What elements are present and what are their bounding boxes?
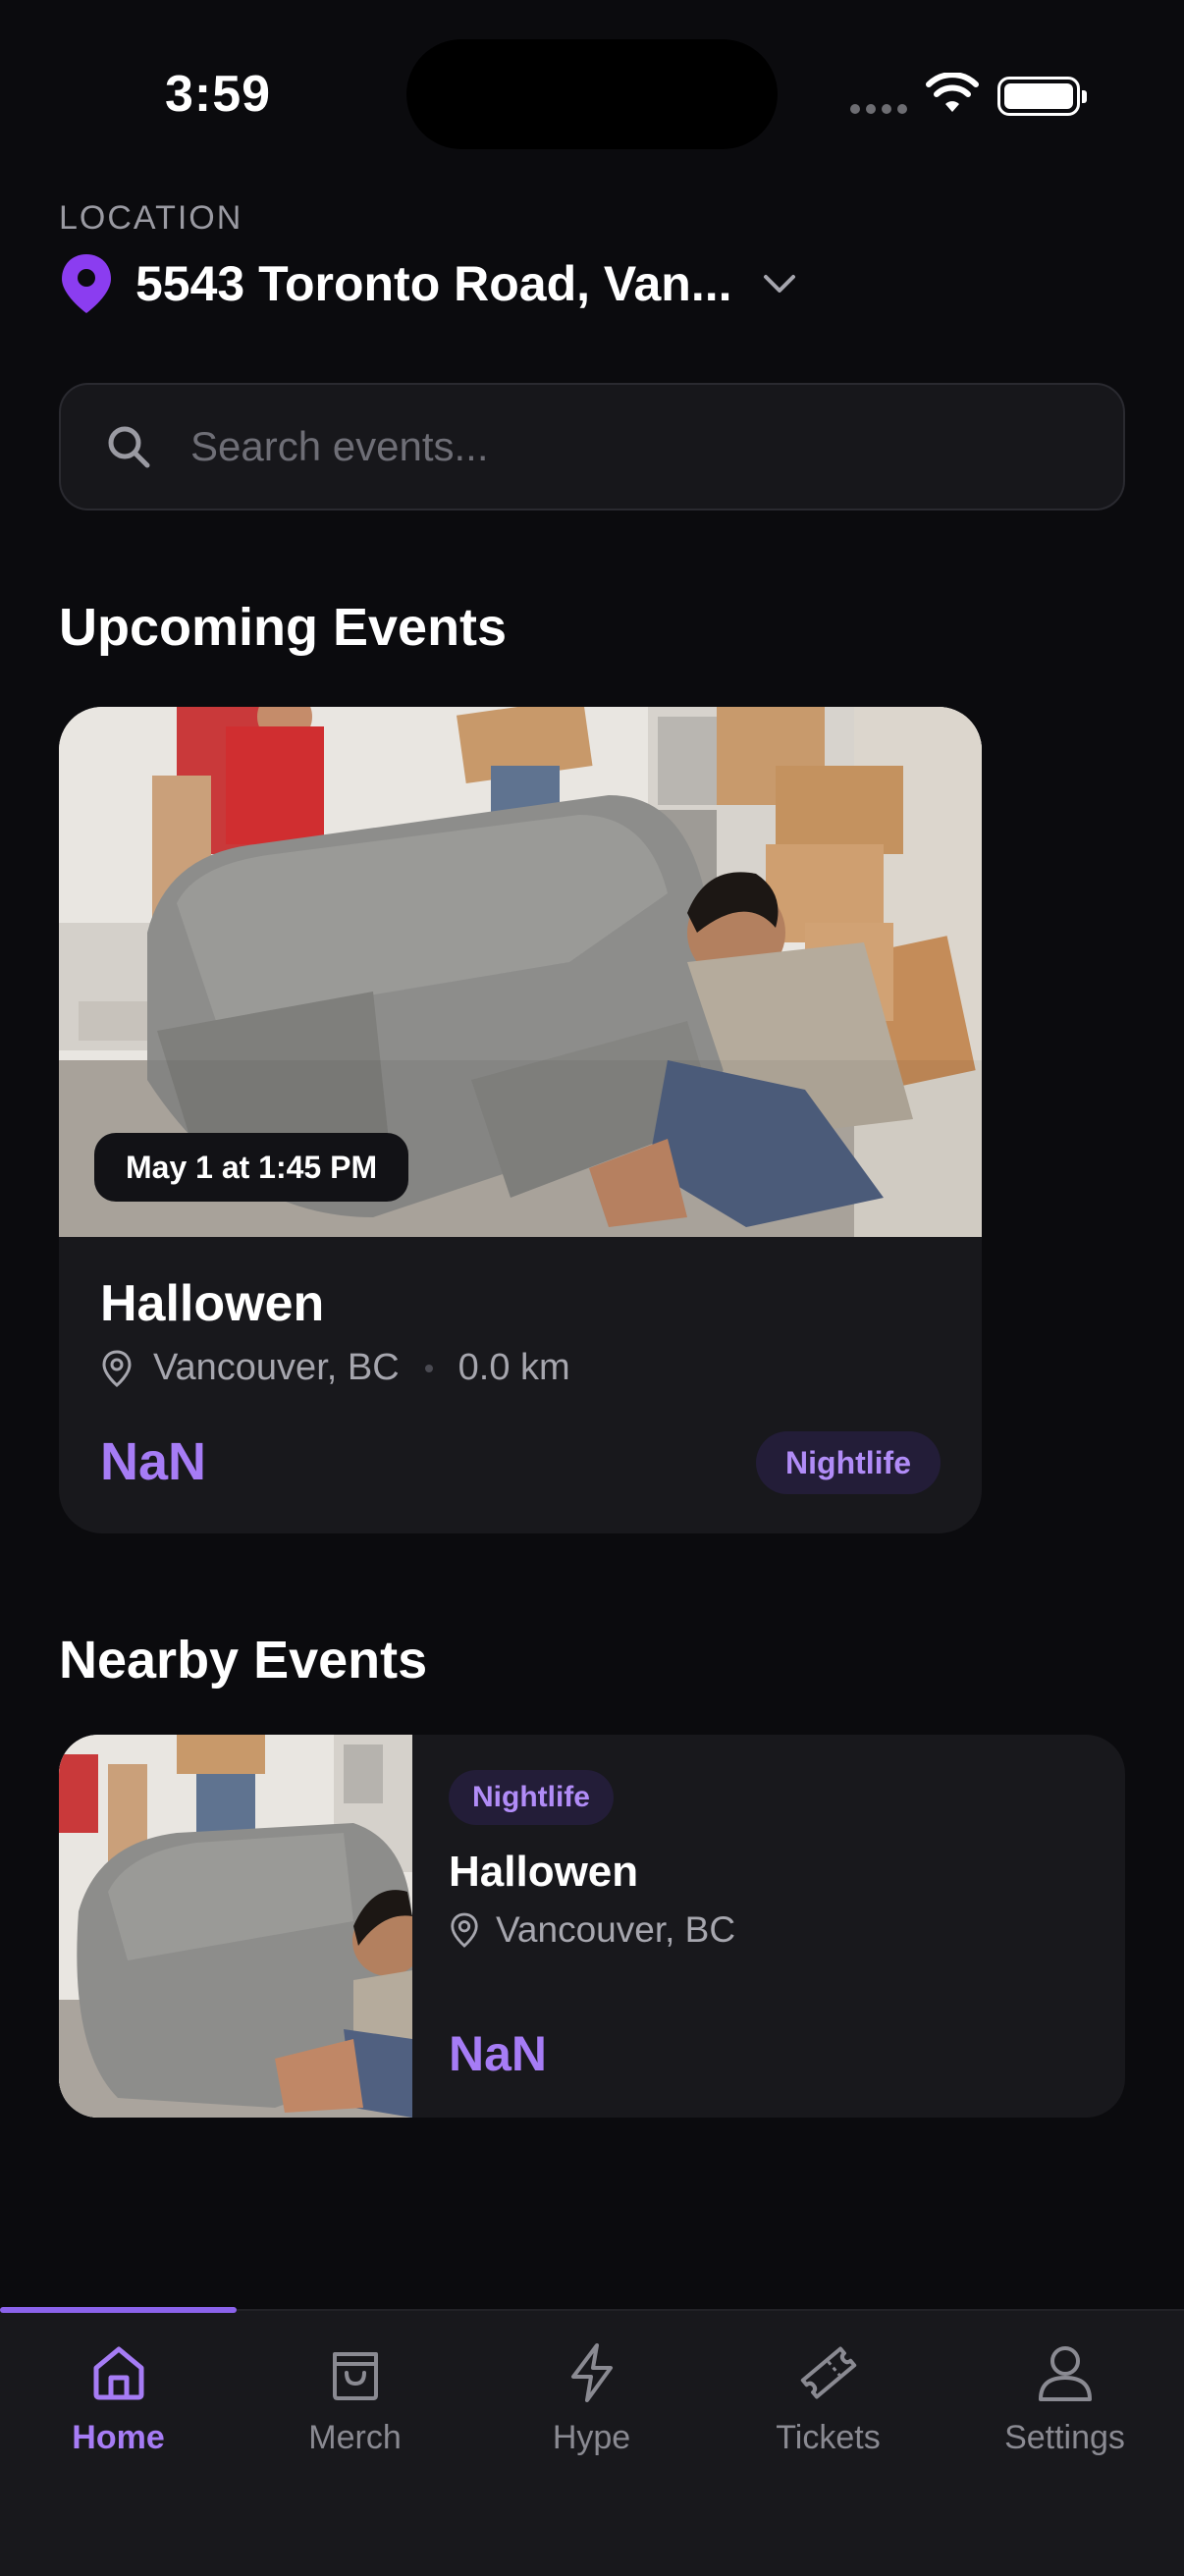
- status-bar: 3:59: [0, 0, 1184, 187]
- person-icon: [1038, 2346, 1092, 2401]
- tab-merch[interactable]: Merch: [237, 2311, 473, 2507]
- ticket-icon: [800, 2346, 856, 2399]
- dynamic-island: [406, 39, 778, 149]
- upcoming-events-heading: Upcoming Events: [59, 598, 508, 657]
- tab-label: Hype: [552, 2419, 631, 2456]
- nearby-events-heading: Nearby Events: [59, 1631, 428, 1690]
- signal-icon: [850, 104, 907, 114]
- separator-dot: [424, 1364, 433, 1372]
- event-price: NaN: [449, 2026, 548, 2081]
- event-title: Hallowen: [449, 1848, 639, 1896]
- status-time: 3:59: [165, 66, 272, 123]
- event-distance: 0.0 km: [457, 1347, 570, 1388]
- nearby-event-card[interactable]: Nightlife Hallowen Vancouver, BC NaN: [59, 1735, 1125, 2118]
- event-date-badge: May 1 at 1:45 PM: [94, 1133, 409, 1202]
- tab-label: Tickets: [776, 2419, 881, 2456]
- location-address: 5543 Toronto Road, Van...: [135, 256, 732, 311]
- location-pin-outline-icon: [102, 1349, 132, 1387]
- tab-home[interactable]: Home: [0, 2311, 237, 2507]
- event-title: Hallowen: [100, 1275, 325, 1332]
- location-label: LOCATION: [59, 199, 243, 237]
- location-pin-icon: [62, 254, 111, 313]
- battery-icon: [997, 77, 1087, 116]
- event-meta: Vancouver, BC 0.0 km: [100, 1347, 570, 1389]
- event-city: Vancouver, BC: [496, 1909, 736, 1950]
- event-meta: Vancouver, BC: [449, 1909, 735, 1951]
- tab-label: Merch: [308, 2419, 402, 2456]
- bag-icon: [332, 2352, 378, 2400]
- location-selector[interactable]: 5543 Toronto Road, Van...: [59, 249, 799, 318]
- location-pin-outline-icon: [451, 1912, 478, 1948]
- search-input[interactable]: [188, 422, 1076, 471]
- tab-hype[interactable]: Hype: [473, 2311, 710, 2507]
- event-category-tag: Nightlife: [756, 1431, 941, 1494]
- search-icon: [108, 426, 150, 468]
- tab-bar: Home Merch Hype Tickets Settings: [0, 2307, 1184, 2576]
- event-price: NaN: [100, 1432, 207, 1491]
- tab-label: Settings: [1004, 2419, 1125, 2456]
- event-image: [59, 1735, 412, 2118]
- wifi-icon: [926, 73, 979, 112]
- tab-tickets[interactable]: Tickets: [710, 2311, 946, 2507]
- home-icon: [93, 2346, 143, 2400]
- lightning-icon: [570, 2343, 613, 2402]
- chevron-down-icon: [763, 275, 795, 293]
- search-bar[interactable]: [59, 383, 1125, 510]
- tab-settings[interactable]: Settings: [946, 2311, 1183, 2507]
- upcoming-event-card[interactable]: May 1 at 1:45 PM Hallowen Vancouver, BC …: [59, 707, 982, 1533]
- event-category-tag: Nightlife: [449, 1770, 614, 1825]
- tab-label: Home: [72, 2419, 165, 2456]
- event-city: Vancouver, BC: [153, 1347, 400, 1388]
